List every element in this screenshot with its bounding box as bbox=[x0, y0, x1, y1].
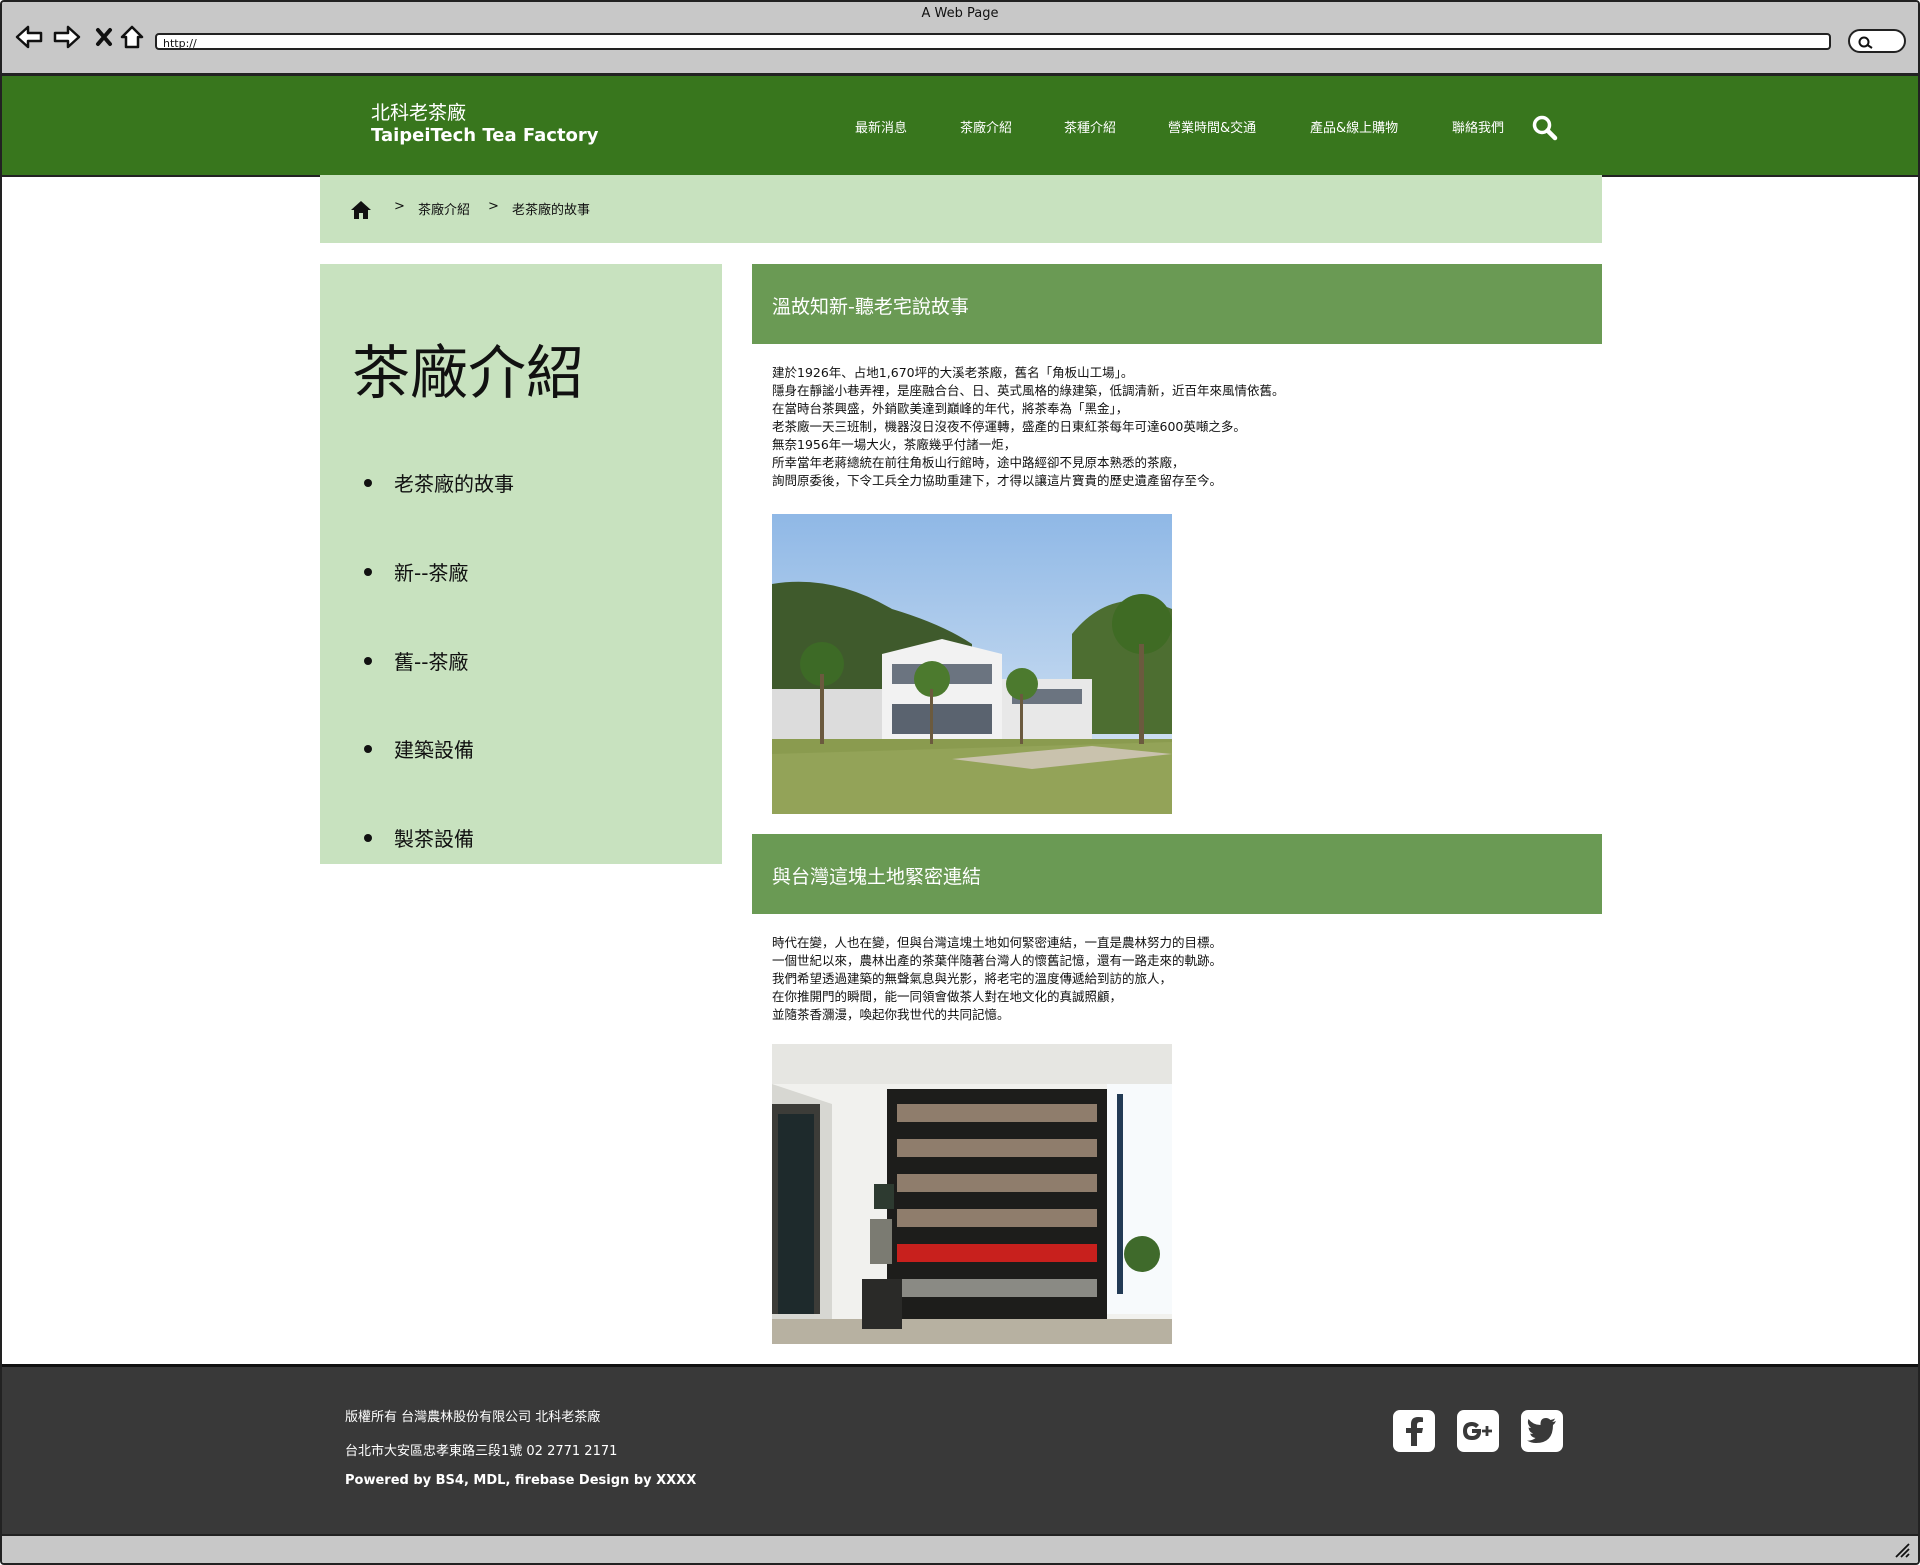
url-bar[interactable]: http:// bbox=[155, 33, 1831, 50]
section-heading: 溫故知新-聽老宅說故事 bbox=[752, 264, 1602, 344]
paragraph-line: 所幸當年老蔣總統在前往角板山行館時，途中路經卻不見原本熟悉的茶廠， bbox=[772, 455, 1185, 470]
breadcrumb-home-icon[interactable] bbox=[350, 200, 372, 224]
paragraph-line: 時代在變，人也在變，但與台灣這塊土地如何緊密連結，一直是農林努力的目標。 bbox=[772, 935, 1223, 950]
paragraph-line: 無奈1956年一場大火，茶廠幾乎付諸一炬， bbox=[772, 437, 1017, 452]
section-heading: 與台灣這塊土地緊密連結 bbox=[752, 834, 1602, 914]
browser-search-icon bbox=[1858, 36, 1873, 49]
section-heading-text: 溫故知新-聽老宅說故事 bbox=[772, 296, 969, 318]
paragraph-line: 我們希望透過建築的無聲氣息與光影，將老宅的溫度傳遞給到訪的旅人， bbox=[772, 971, 1173, 986]
sidebar-title: 茶廠介紹 bbox=[352, 339, 585, 407]
breadcrumb-item-factory-intro[interactable]: 茶廠介紹 bbox=[418, 199, 470, 218]
sidebar-item-label: 建築設備 bbox=[394, 738, 474, 762]
browser-window: A Web Page http:// 北科老茶廠 TaipeiTech Tea … bbox=[0, 0, 1920, 1565]
sidebar-item-old-factory[interactable]: 舊--茶廠 bbox=[364, 646, 468, 675]
bullet bbox=[364, 744, 372, 753]
paragraph-line: 在你推開門的瞬間，能一同領會做茶人對在地文化的真誠照顧， bbox=[772, 989, 1123, 1004]
facebook-icon[interactable] bbox=[1393, 1410, 1435, 1452]
resize-grip-icon[interactable] bbox=[1894, 1542, 1910, 1558]
breadcrumb-item-current: 老茶廠的故事 bbox=[512, 203, 591, 218]
paragraph-line: 並隨茶香瀰漫，喚起你我世代的共同記憶。 bbox=[772, 1007, 1010, 1022]
nav-item-hours-transport[interactable]: 營業時間&交通 bbox=[1168, 117, 1256, 136]
sidebar: 茶廠介紹 老茶廠的故事 新--茶廠 舊--茶廠 建築設備 製茶設備 bbox=[320, 264, 722, 864]
section-heading-text: 與台灣這塊土地緊密連結 bbox=[772, 866, 982, 888]
forward-icon[interactable] bbox=[52, 22, 82, 52]
nav-item-contact[interactable]: 聯絡我們 bbox=[1452, 117, 1504, 136]
factory-exterior-photo bbox=[772, 514, 1172, 814]
paragraph-line: 在當時台茶興盛，外銷歐美達到巔峰的年代，將茶奉為「黑金」， bbox=[772, 401, 1129, 416]
sidebar-item-new-factory[interactable]: 新--茶廠 bbox=[364, 557, 468, 586]
paragraph-line: 詢問原委後，下令工兵全力協助重建下，才得以讓這片寶貴的歷史遺產留存至今。 bbox=[772, 473, 1223, 488]
brand-name-en[interactable]: TaipeiTech Tea Factory bbox=[371, 125, 599, 146]
back-icon[interactable] bbox=[14, 22, 44, 52]
paragraph-line: 一個世紀以來，農林出產的茶葉伴隨著台灣人的懷舊記憶，還有一路走來的軌跡。 bbox=[772, 953, 1223, 968]
site-search-icon[interactable] bbox=[1531, 114, 1559, 146]
bullet bbox=[364, 567, 372, 576]
twitter-icon[interactable] bbox=[1521, 1410, 1563, 1452]
nav-item-factory-intro[interactable]: 茶廠介紹 bbox=[960, 117, 1012, 136]
home-icon[interactable] bbox=[117, 22, 147, 52]
bullet bbox=[364, 833, 372, 842]
bullet bbox=[364, 656, 372, 665]
sidebar-item-tea-making-equipment[interactable]: 製茶設備 bbox=[364, 823, 474, 852]
sidebar-item-old-factory-story[interactable]: 老茶廠的故事 bbox=[364, 468, 514, 497]
sidebar-item-label: 新--茶廠 bbox=[394, 561, 469, 585]
footer-copyright: 版權所有 台灣農林股份有限公司 北科老茶廠 bbox=[345, 1410, 601, 1425]
browser-search-field[interactable] bbox=[1848, 29, 1906, 53]
sidebar-item-building-facilities[interactable]: 建築設備 bbox=[364, 734, 474, 763]
paragraph-line: 隱身在靜謐小巷弄裡，是座融合台、日、英式風格的綠建築，低調清新，近百年來風情依舊… bbox=[772, 383, 1285, 398]
nav-item-tea-types[interactable]: 茶種介紹 bbox=[1064, 117, 1116, 136]
sidebar-item-label: 製茶設備 bbox=[394, 827, 474, 851]
nav-item-news[interactable]: 最新消息 bbox=[855, 117, 907, 136]
brand-name-zh[interactable]: 北科老茶廠 bbox=[371, 98, 466, 125]
google-plus-icon[interactable] bbox=[1457, 1410, 1499, 1452]
site-footer: 版權所有 台灣農林股份有限公司 北科老茶廠 台北市大安區忠孝東路三段1號 02 … bbox=[2, 1364, 1918, 1537]
browser-chrome: A Web Page http:// bbox=[2, 2, 1918, 76]
breadcrumb-separator: > bbox=[488, 199, 499, 214]
tea-shop-interior-photo bbox=[772, 1044, 1172, 1344]
sidebar-item-label: 舊--茶廠 bbox=[394, 650, 469, 674]
section-paragraph: 建於1926年、占地1,670坪的大溪老茶廠，舊名「角板山工場」。 隱身在靜謐小… bbox=[772, 364, 1285, 490]
site-header: 北科老茶廠 TaipeiTech Tea Factory 最新消息 茶廠介紹 茶… bbox=[2, 76, 1918, 177]
paragraph-line: 建於1926年、占地1,670坪的大溪老茶廠，舊名「角板山工場」。 bbox=[772, 365, 1134, 380]
sidebar-item-label: 老茶廠的故事 bbox=[394, 472, 514, 496]
footer-credits: Powered by BS4, MDL, firebase Design by … bbox=[345, 1473, 697, 1488]
section-paragraph: 時代在變，人也在變，但與台灣這塊土地如何緊密連結，一直是農林努力的目標。 一個世… bbox=[772, 934, 1222, 1024]
bullet bbox=[364, 478, 372, 487]
breadcrumb-separator: > bbox=[394, 199, 405, 214]
footer-address: 台北市大安區忠孝東路三段1號 02 2771 2171 bbox=[345, 1444, 618, 1459]
nav-item-products-shop[interactable]: 產品&線上購物 bbox=[1310, 117, 1398, 136]
stop-icon[interactable] bbox=[89, 22, 119, 52]
browser-status-bar bbox=[2, 1534, 1918, 1563]
window-title: A Web Page bbox=[921, 6, 999, 21]
paragraph-line: 老茶廠一天三班制，機器沒日沒夜不停運轉，盛產的日東紅茶每年可達600英噸之多。 bbox=[772, 419, 1246, 434]
breadcrumb: > 茶廠介紹 > 老茶廠的故事 bbox=[320, 175, 1602, 243]
